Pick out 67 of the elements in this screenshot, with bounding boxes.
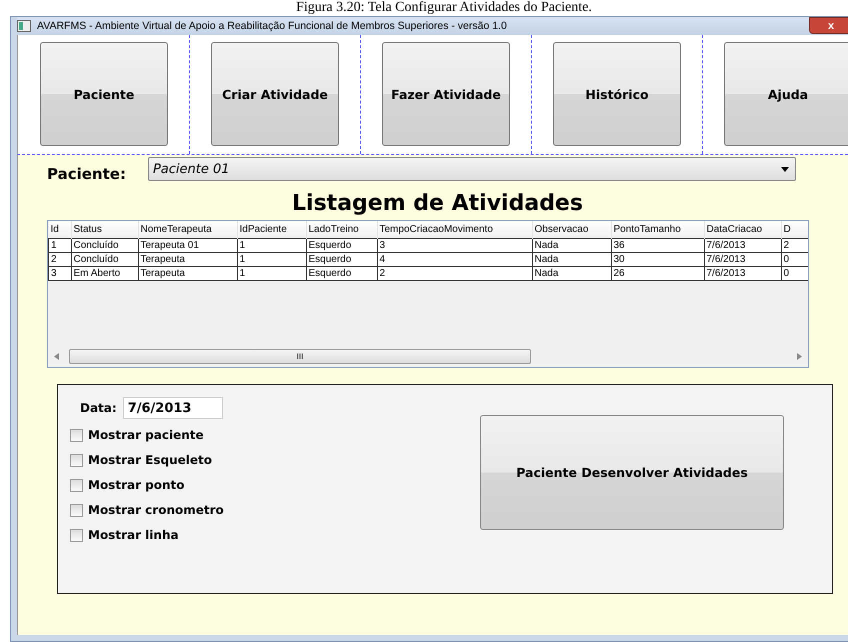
table-cell: 26 [611, 266, 704, 280]
list-heading: Listagem de Atividades [291, 191, 584, 216]
scroll-thumb[interactable]: III [69, 349, 531, 364]
column-header[interactable]: PontoTamanho [611, 221, 704, 238]
table-cell: 1 [48, 238, 71, 252]
column-header[interactable]: TempoCriacaoMovimento [377, 221, 532, 238]
table-cell: 7/6/2013 [704, 266, 781, 280]
table-cell: 1 [237, 266, 306, 280]
table-cell: 2 [377, 266, 532, 280]
start-button[interactable]: Paciente Desenvolver Atividades [480, 415, 784, 530]
nav-button[interactable]: Fazer Atividade [382, 42, 510, 146]
checkbox-label: Mostrar Esqueleto [88, 453, 212, 467]
scroll-right-icon[interactable] [797, 353, 802, 360]
column-header[interactable]: DataCriacao [704, 221, 781, 238]
table-cell: Esquerdo [306, 252, 377, 266]
column-header[interactable]: LadoTreino [306, 221, 377, 238]
checkbox[interactable] [70, 454, 83, 466]
table-cell: Esquerdo [306, 266, 377, 280]
nav-button[interactable]: Histórico [553, 42, 681, 146]
checkbox[interactable] [70, 478, 83, 492]
table-cell: Em Aberto [71, 266, 138, 280]
table-cell: 1 [237, 238, 306, 252]
checkbox[interactable] [70, 528, 83, 542]
table-cell: Concluído [71, 238, 138, 252]
dropdown-arrow-icon [780, 166, 789, 172]
table-cell: 7/6/2013 [704, 252, 781, 266]
nav-button[interactable]: Ajuda [724, 42, 848, 146]
checkbox-label: Mostrar linha [88, 528, 179, 542]
table-cell: Esquerdo [306, 238, 377, 252]
figure-caption: Figura 3.20: Tela Configurar Atividades do Paciente. [295, 0, 593, 16]
checkbox-label: Mostrar paciente [88, 428, 204, 442]
table-cell: Concluído [71, 252, 138, 266]
patient-label: Paciente: [47, 165, 126, 183]
table-cell: 1 [237, 252, 306, 266]
close-button[interactable]: x [809, 17, 848, 34]
table-cell: Nada [532, 266, 611, 280]
table-cell: 4 [377, 252, 532, 266]
patient-dropdown[interactable]: Paciente 01 [148, 157, 796, 181]
table-cell: 30 [611, 252, 704, 266]
table-cell: Terapeuta [138, 252, 237, 266]
table-cell: 7/6/2013 [704, 238, 781, 252]
window-title: AVARFMS - Ambiente Virtual de Apoio a Reabilitação Funcional de Membros Superiores - versão 1.0 [37, 20, 507, 32]
checkbox[interactable] [70, 504, 83, 516]
column-header[interactable]: Id [48, 221, 71, 238]
scroll-left-icon[interactable] [54, 353, 59, 360]
column-header[interactable]: Observacao [532, 221, 611, 238]
nav-button[interactable]: Criar Atividade [211, 42, 339, 146]
table-cell: Terapeuta [138, 266, 237, 280]
checkbox-label: Mostrar ponto [88, 478, 185, 492]
column-header[interactable]: D [781, 221, 808, 238]
column-header[interactable]: IdPaciente [237, 221, 306, 238]
column-header[interactable]: Status [71, 221, 138, 238]
checkbox-label: Mostrar cronometro [88, 503, 224, 517]
table-cell: 3 [377, 238, 532, 252]
table-cell: Terapeuta 01 [138, 238, 237, 252]
table-cell: 2 [781, 238, 808, 252]
app-icon [17, 20, 31, 32]
table-cell: 36 [611, 238, 704, 252]
table-cell: Nada [532, 238, 611, 252]
checkbox[interactable] [70, 428, 83, 442]
date-field[interactable]: 7/6/2013 [122, 397, 223, 419]
date-label: Data: [80, 401, 117, 415]
column-header[interactable]: NomeTerapeuta [138, 221, 237, 238]
nav-button[interactable]: Paciente [40, 42, 168, 146]
table-cell: 2 [48, 252, 71, 266]
table-cell: Nada [532, 252, 611, 266]
table-cell: 3 [48, 266, 71, 280]
